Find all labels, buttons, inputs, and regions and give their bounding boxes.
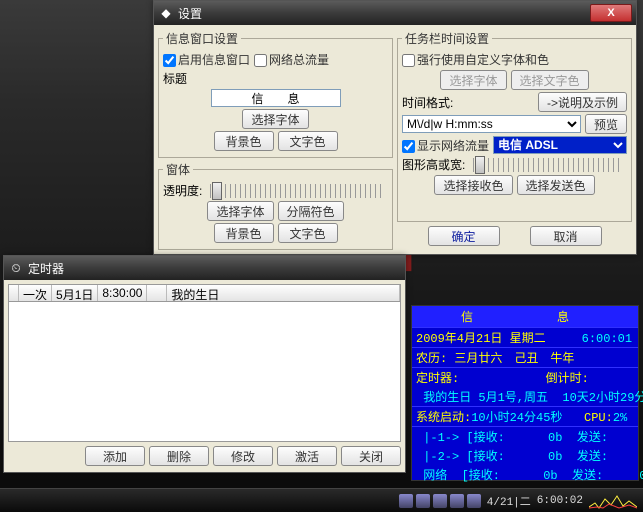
window-font-button[interactable]: 选择字体	[207, 201, 273, 221]
timer-col-date: 5月1日	[52, 285, 98, 301]
graph-size-slider[interactable]	[473, 158, 623, 172]
info-window-legend: 信息窗口设置	[163, 30, 241, 47]
info-title: 信 息	[412, 306, 638, 327]
taskbar: 4/21|二 6:00:02	[0, 488, 643, 512]
activate-button[interactable]: 激活	[277, 446, 337, 466]
transparency-label: 透明度:	[163, 182, 202, 199]
delete-button[interactable]: 删除	[149, 446, 209, 466]
tray-icon[interactable]	[450, 494, 464, 508]
timer-row-header[interactable]: 一次 5月1日 8:30:00 我的生日	[8, 284, 401, 302]
timer-col-blank	[147, 285, 167, 301]
bgcolor-button[interactable]: 背景色	[214, 131, 274, 151]
modify-button[interactable]: 修改	[213, 446, 273, 466]
choose-font-button-2: 选择字体	[440, 70, 506, 90]
force-font-checkbox[interactable]: 强行使用自定义字体和色	[402, 51, 549, 68]
time-format-label: 时间格式:	[402, 94, 453, 111]
window-fgcolor-button[interactable]: 文字色	[278, 223, 338, 243]
taskbar-time: 6:00:02	[537, 495, 583, 507]
info-window-group: 信息窗口设置 启用信息窗口 网络总流量 标题 选择字体 背景色 文字色	[158, 30, 393, 158]
add-button[interactable]: 添加	[85, 446, 145, 466]
close-button[interactable]: 关闭	[341, 446, 401, 466]
window-legend: 窗体	[163, 161, 193, 178]
timer-list-area[interactable]	[8, 302, 401, 442]
transparency-slider[interactable]	[210, 184, 384, 198]
ok-button[interactable]: 确定	[428, 226, 500, 246]
taskbar-time-group: 任务栏时间设置 强行使用自定义字体和色 选择字体 选择文字色 时间格式: ->说…	[397, 30, 632, 222]
window-bgcolor-button[interactable]: 背景色	[214, 223, 274, 243]
recv-color-button[interactable]: 选择接收色	[434, 175, 512, 195]
settings-dialog: ◆ 设置 X 信息窗口设置 启用信息窗口 网络总流量 标题 选择字体	[153, 0, 637, 255]
title-input[interactable]	[211, 89, 341, 107]
cancel-button[interactable]: 取消	[530, 226, 602, 246]
taskbar-date: 4/21|二	[487, 493, 531, 509]
settings-titlebar[interactable]: ◆ 设置 X	[154, 1, 636, 25]
enable-info-checkbox[interactable]: 启用信息窗口	[163, 51, 250, 68]
info-panel: 信 息 2009年4月21日 星期二 6:00:01 农历: 三月廿六 己丑 牛…	[411, 305, 639, 481]
timer-col-name: 我的生日	[167, 285, 400, 301]
tray-icon[interactable]	[399, 494, 413, 508]
explain-button[interactable]: ->说明及示例	[538, 92, 627, 112]
timer-icon: ⏲	[8, 260, 24, 276]
graph-size-label: 图形高或宽:	[402, 156, 465, 173]
net-type-select[interactable]: 电信 ADSL	[493, 136, 627, 154]
choose-font-button[interactable]: 选择字体	[242, 109, 308, 129]
show-net-checkbox[interactable]: 显示网络流量	[402, 137, 489, 154]
tray-icon[interactable]	[416, 494, 430, 508]
taskbar-time-legend: 任务栏时间设置	[402, 30, 492, 47]
fgcolor-button[interactable]: 文字色	[278, 131, 338, 151]
total-traffic-checkbox[interactable]: 网络总流量	[254, 51, 329, 68]
timer-dialog: ⏲ 定时器 一次 5月1日 8:30:00 我的生日 添加 删除 修改 激活 关…	[3, 255, 406, 473]
system-tray[interactable]	[399, 494, 481, 508]
tray-icon[interactable]	[433, 494, 447, 508]
choose-fontcolor-button: 选择文字色	[511, 70, 589, 90]
title-label: 标题	[163, 70, 187, 87]
timer-col-time: 8:30:00	[98, 285, 147, 301]
preview-button[interactable]: 预览	[585, 114, 627, 134]
separator-color-button[interactable]: 分隔符色	[278, 201, 344, 221]
settings-title: 设置	[178, 5, 590, 22]
send-color-button[interactable]: 选择发送色	[517, 175, 595, 195]
timer-title: 定时器	[28, 260, 401, 277]
timer-col-type: 一次	[19, 285, 52, 301]
close-icon[interactable]: X	[590, 4, 632, 22]
time-format-select[interactable]: M\/d|w H:mm:ss	[402, 115, 581, 133]
cpu-graph-icon	[589, 493, 637, 509]
tray-icon[interactable]	[467, 494, 481, 508]
settings-icon: ◆	[158, 5, 174, 21]
window-group: 窗体 透明度: 选择字体 分隔符色 背景色 文字色	[158, 161, 393, 250]
timer-titlebar[interactable]: ⏲ 定时器	[4, 256, 405, 280]
